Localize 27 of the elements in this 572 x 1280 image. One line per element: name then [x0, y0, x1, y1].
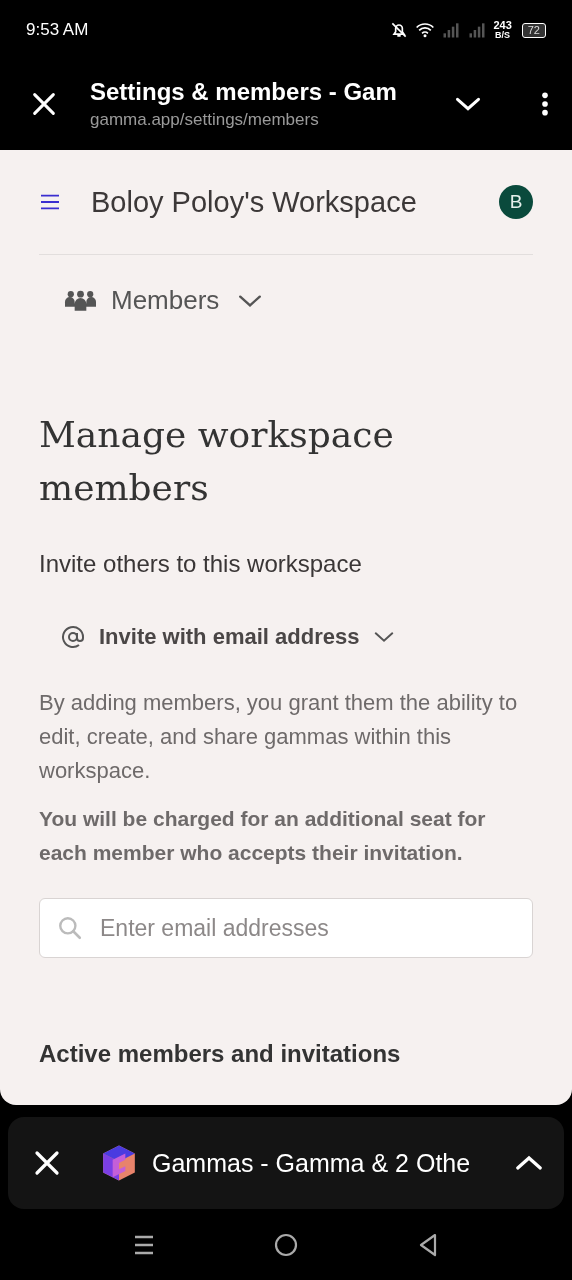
clock-time: 9:53 AM	[26, 20, 89, 40]
avatar[interactable]: B	[499, 185, 533, 219]
wifi-icon	[415, 20, 436, 40]
section-title: Invite others to this workspace	[39, 550, 363, 578]
tab-title[interactable]: Gammas - Gamma & 2 Othe	[152, 1148, 514, 1178]
page-url: gamma.app/settings/members	[90, 110, 320, 130]
members-dropdown[interactable]: Members	[64, 285, 264, 316]
home-icon[interactable]	[274, 1232, 298, 1257]
at-sign-icon	[61, 625, 85, 649]
signal-icon	[467, 20, 488, 40]
people-icon	[64, 288, 97, 313]
section-title: Active members and invitations	[39, 1040, 402, 1068]
description-text: By adding members, you grant them the ability to edit, create, and share gammas within this workspace.	[39, 689, 519, 785]
network-speed: 243	[493, 20, 512, 31]
page-heading: Manage workspace members	[39, 413, 395, 510]
menu-icon[interactable]	[39, 193, 61, 211]
more-icon[interactable]	[540, 91, 550, 117]
invite-method-dropdown[interactable]: Invite with email address	[61, 624, 396, 650]
page-title: Settings & members - Gam	[90, 78, 398, 106]
speed-unit: B/S	[495, 31, 511, 40]
close-icon[interactable]	[30, 90, 58, 118]
warning-text: You will be charged for an additional seat for each member who accepts their invitation.	[39, 806, 487, 866]
email-field[interactable]: Enter email addresses	[39, 898, 533, 958]
battery-level: 72	[521, 22, 546, 38]
workspace-name: Boloy Poloy's Workspace	[91, 185, 418, 219]
signal-icon	[441, 20, 462, 40]
cube-logo-icon	[100, 1144, 138, 1182]
